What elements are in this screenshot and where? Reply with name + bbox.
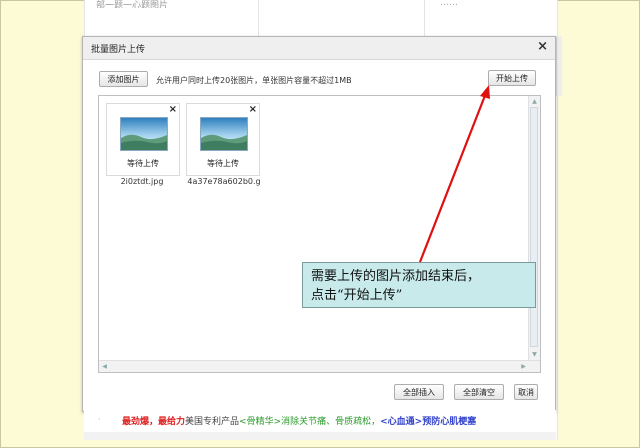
scrollbar-thumb[interactable] (530, 107, 538, 347)
instruction-callout: 需要上传的图片添加结束后， 点击“开始上传” (302, 262, 536, 308)
scroll-right-icon[interactable]: ▶ (519, 362, 528, 371)
callout-line-2: 点击“开始上传” (311, 288, 403, 303)
promo-bullet: · (98, 415, 101, 424)
upload-status: 等待上传 (127, 159, 159, 168)
scroll-up-icon[interactable]: ▲ (530, 97, 539, 106)
landscape-image-icon (200, 117, 248, 151)
horizontal-scrollbar[interactable]: ◀ ▶ (99, 360, 540, 372)
insert-all-button[interactable]: 全部插入 (394, 384, 444, 400)
dialog-header: 批量图片上传 × (83, 37, 555, 60)
upload-limit-hint: 允许用户同时上传20张图片，单张图片容量不超过1MB (156, 76, 352, 85)
remove-image-icon[interactable]: × (169, 104, 177, 115)
file-name: 2i0ztdt.jpg (120, 177, 164, 186)
clear-all-button[interactable]: 全部清空 (454, 384, 504, 400)
image-thumbnail[interactable]: × 等待上传 (186, 103, 260, 176)
promo-banner: · 最劲爆，最给力美国专利产品<骨精华>消除关节痛、骨质疏松，<心血通>预防心肌… (84, 410, 556, 432)
background-right-text: …… (440, 0, 458, 8)
scroll-down-icon[interactable]: ▼ (530, 350, 539, 359)
landscape-image-icon (120, 117, 168, 151)
dialog-title: 批量图片上传 (91, 45, 146, 55)
start-upload-button[interactable]: 开始上传 (488, 70, 536, 86)
background-divider (258, 0, 259, 36)
page-bottom-strip (84, 432, 556, 440)
vertical-scrollbar[interactable]: ▲ ▼ (528, 96, 540, 360)
callout-line-1: 需要上传的图片添加结束后， (311, 269, 481, 284)
promo-text[interactable]: 最劲爆，最给力美国专利产品<骨精华>消除关节痛、骨质疏松，<心血通>预防心肌梗塞 (122, 414, 476, 427)
scroll-left-icon[interactable]: ◀ (100, 362, 109, 371)
upload-status: 等待上传 (207, 159, 239, 168)
image-thumbnail[interactable]: × 等待上传 (106, 103, 180, 176)
background-top-text: 部一题一心题图片 (96, 1, 169, 8)
cancel-button[interactable]: 取消 (514, 384, 538, 400)
image-list-area: × 等待上传 2i0ztdt.jpg × 等待上传 4a37e78a602b0.… (98, 95, 541, 373)
close-icon[interactable]: × (537, 40, 548, 54)
background-divider (424, 0, 425, 36)
remove-image-icon[interactable]: × (249, 104, 257, 115)
file-name: 4a37e78a602b0.g (187, 177, 261, 186)
batch-upload-dialog: 批量图片上传 × 添加图片 允许用户同时上传20张图片，单张图片容量不超过1MB… (82, 36, 556, 412)
background-scrollbar (556, 36, 562, 96)
add-image-button[interactable]: 添加图片 (99, 71, 148, 87)
